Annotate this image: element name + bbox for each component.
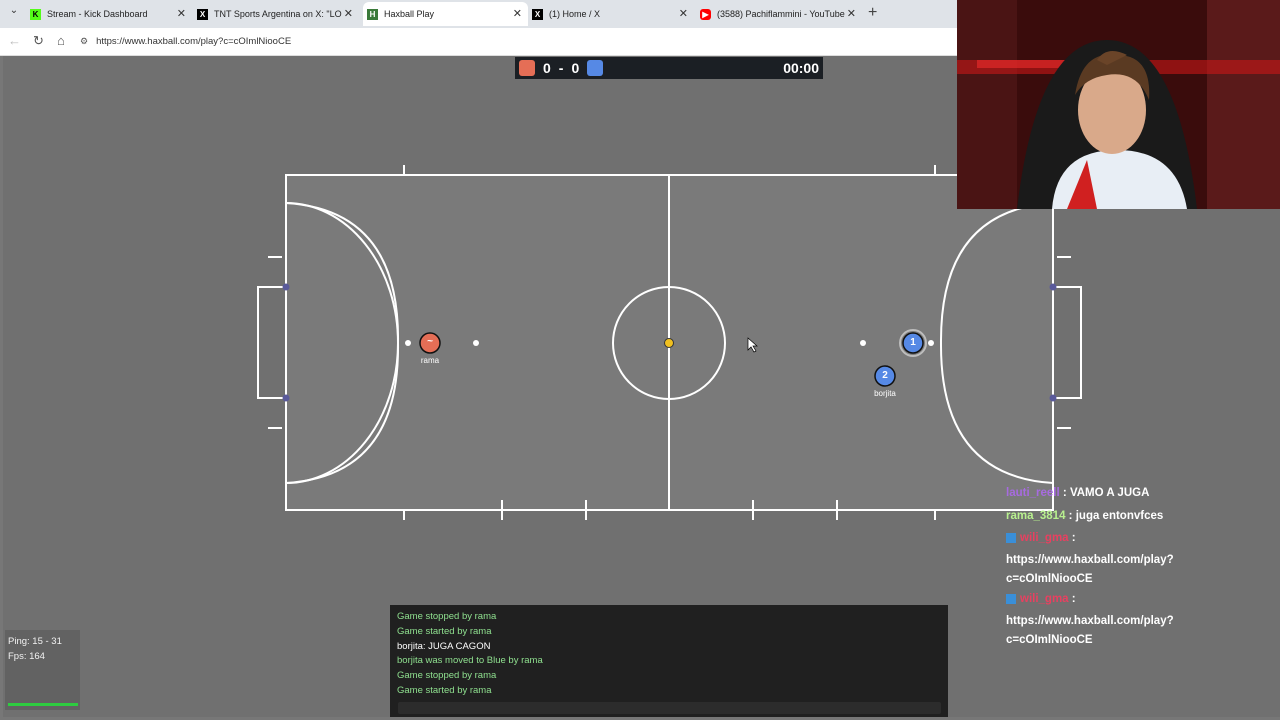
game-timer: 00:00 (783, 60, 819, 76)
player-avatar-text: 2 (882, 370, 888, 381)
blue-score: 0 (571, 60, 580, 76)
player-avatar-text: 1 (910, 337, 916, 348)
left-goalpost-bottom (282, 394, 290, 402)
kickoff-marker (405, 340, 411, 346)
fps-graph (8, 703, 78, 706)
chat-message: Game started by rama (397, 626, 492, 637)
ping-text: Ping: 15 - 31 (8, 636, 62, 647)
chat-input[interactable] (398, 702, 941, 714)
chat-separator: : (1059, 487, 1070, 499)
moderator-badge-icon (1006, 532, 1016, 543)
score-separator: - (558, 60, 564, 76)
scoreboard: 0 - 0 00:00 (515, 57, 823, 79)
chat-message: Game stopped by rama (397, 611, 497, 622)
chat-message: borjita was moved to Blue by rama (397, 655, 543, 666)
chat-text: juga entonvfces (1075, 510, 1164, 522)
player-name-borjita: borjita (874, 389, 896, 398)
chat-text: https://www.haxball.com/play?c=cOImlNioo… (1006, 615, 1174, 646)
chat-message: borjita: JUGA CAGON (397, 641, 491, 652)
left-goalpost-top (282, 283, 290, 291)
chat-text: https://www.haxball.com/play?c=cOImlNioo… (1006, 554, 1174, 585)
chat-separator: : (1068, 593, 1076, 605)
chat-separator: : (1068, 532, 1076, 544)
right-goalpost-top (1049, 283, 1057, 291)
moderator-badge-icon (1006, 593, 1016, 604)
player-avatar-text: ~ (427, 336, 433, 347)
kickoff-marker (473, 340, 479, 346)
chat-username: rama_3814 (1006, 510, 1066, 522)
red-team-icon (519, 60, 535, 76)
stream-chat-message: wili_gma : (1006, 532, 1076, 544)
chat-separator: : (1065, 510, 1076, 522)
right-goalpost-bottom (1049, 394, 1057, 402)
player-name-rama: rama (420, 356, 440, 365)
fps-text: Fps: 164 (8, 651, 45, 662)
chat-username: lauti_reell (1006, 487, 1060, 499)
blue-team-icon (587, 60, 604, 76)
stream-chat-message: wili_gma : (1006, 593, 1076, 605)
streamer-webcam-image (957, 0, 1280, 209)
stream-chat-message: rama_3814 : juga entonvfces (1006, 510, 1163, 522)
right-goal (1052, 286, 1082, 399)
stream-chat-message: lauti_reell : VAMO A JUGA (1006, 487, 1149, 499)
ball (664, 338, 674, 348)
chat-message: Game started by rama (397, 685, 492, 696)
kickoff-marker (860, 340, 866, 346)
chat-message: Game stopped by rama (397, 670, 497, 681)
chat-username: wili_gma (1020, 532, 1069, 544)
webcam-overlay (957, 0, 1280, 209)
left-goal (257, 286, 287, 399)
red-score: 0 (543, 60, 551, 76)
stats-text: Ping: 15 - 31 Fps: 164 (8, 634, 62, 664)
chat-text: VAMO A JUGA (1069, 487, 1150, 499)
chat-username: wili_gma (1020, 593, 1069, 605)
kickoff-marker (928, 340, 934, 346)
